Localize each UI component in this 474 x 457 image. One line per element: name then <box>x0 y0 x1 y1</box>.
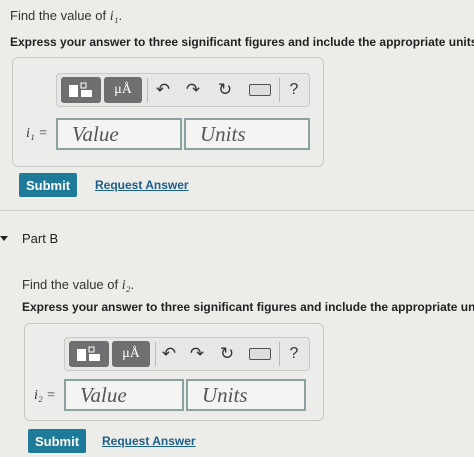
keyboard-icon <box>249 84 271 96</box>
variable-i1: i₁ <box>109 9 119 24</box>
collapse-triangle-icon <box>0 235 8 241</box>
part-b-prompt: Find the value of i₂. <box>22 277 135 293</box>
part-b-toolbar: μÅ ↶ ↷ ↻ ? <box>64 337 310 371</box>
part-a-equation-label: i₁ = <box>26 126 48 141</box>
undo-button[interactable]: ↶ <box>151 78 175 102</box>
template-icon <box>69 82 92 97</box>
part-a-value-input[interactable]: Value <box>56 118 182 150</box>
reset-button[interactable]: ↻ <box>215 342 239 366</box>
part-a-instruction: Express your answer to three significant… <box>10 35 474 49</box>
part-a-prompt: Find the value of i₁. <box>10 8 123 24</box>
undo-button[interactable]: ↶ <box>157 342 181 366</box>
template-button[interactable] <box>69 341 109 367</box>
part-b-instruction: Express your answer to three significant… <box>22 300 474 314</box>
redo-icon: ↷ <box>189 344 205 363</box>
part-a-request-answer-link[interactable]: Request Answer <box>95 178 189 192</box>
part-b-submit-button[interactable]: Submit <box>28 429 86 453</box>
part-b-header[interactable]: Part B <box>0 231 58 246</box>
reset-button[interactable]: ↻ <box>213 78 237 102</box>
units-button[interactable]: μÅ <box>112 341 150 367</box>
part-a-units-input[interactable]: Units <box>184 118 310 150</box>
part-a-submit-button[interactable]: Submit <box>19 173 77 197</box>
help-icon: ? <box>289 81 299 98</box>
part-b-units-input[interactable]: Units <box>186 379 306 411</box>
part-b-request-answer-link[interactable]: Request Answer <box>102 434 196 448</box>
undo-icon: ↶ <box>161 344 177 363</box>
template-icon <box>77 346 100 361</box>
redo-button[interactable]: ↷ <box>185 342 209 366</box>
undo-icon: ↶ <box>155 80 171 99</box>
keyboard-button[interactable] <box>247 78 273 102</box>
variable-i2: i₂ <box>121 278 131 293</box>
help-button[interactable]: ? <box>283 78 305 102</box>
redo-button[interactable]: ↷ <box>181 78 205 102</box>
help-button[interactable]: ? <box>283 342 305 366</box>
keyboard-icon <box>249 348 271 360</box>
reset-icon: ↻ <box>219 344 235 363</box>
keyboard-button[interactable] <box>247 342 273 366</box>
part-b-equation-label: i₂ = <box>34 388 56 403</box>
template-button[interactable] <box>61 77 101 103</box>
redo-icon: ↷ <box>185 80 201 99</box>
part-a-toolbar: μÅ ↶ ↷ ↻ ? <box>56 73 310 107</box>
help-icon: ? <box>289 345 299 362</box>
units-button[interactable]: μÅ <box>104 77 142 103</box>
part-b-value-input[interactable]: Value <box>64 379 184 411</box>
part-b-heading: Part B <box>22 231 59 246</box>
reset-icon: ↻ <box>217 80 233 99</box>
